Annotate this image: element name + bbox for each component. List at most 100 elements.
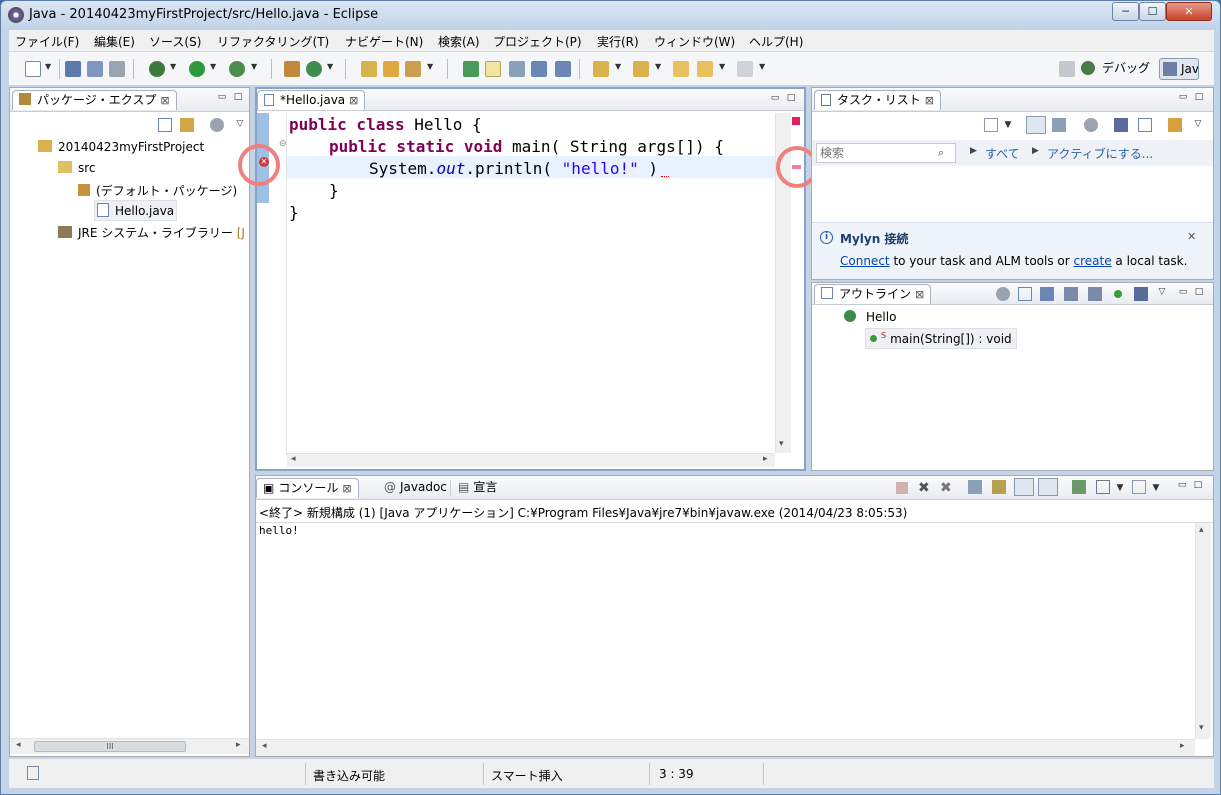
- java-perspective-button[interactable]: Jav: [1159, 58, 1199, 80]
- scroll-thumb[interactable]: III: [34, 741, 186, 752]
- console-output[interactable]: hello!: [259, 524, 299, 537]
- view-menu-icon[interactable]: ▽: [1192, 119, 1204, 129]
- open-console-icon[interactable]: [1132, 480, 1146, 494]
- hide-non-public-icon[interactable]: [1114, 290, 1122, 298]
- menu-navigate[interactable]: ナビゲート(N): [345, 33, 423, 50]
- new-dropdown-icon[interactable]: ▼: [45, 62, 51, 71]
- menu-source[interactable]: ソース(S): [149, 33, 201, 50]
- new-icon[interactable]: [25, 61, 41, 77]
- tree-item-hello-java[interactable]: Hello.java: [94, 200, 178, 221]
- scheduled-view-icon[interactable]: [1052, 118, 1066, 132]
- scroll-up-icon[interactable]: ▴: [1199, 525, 1204, 535]
- fold-icon[interactable]: ⊖: [279, 139, 287, 149]
- maximize-view-icon[interactable]: □: [232, 92, 244, 102]
- collapse-all-icon[interactable]: [1138, 118, 1152, 132]
- minimize-view-icon[interactable]: ▭: [216, 92, 228, 102]
- maximize-button[interactable]: ☐: [1139, 2, 1166, 21]
- outline-item-class[interactable]: Hello: [844, 310, 896, 324]
- new-class-dropdown-icon[interactable]: ▼: [327, 62, 333, 71]
- open-perspective-icon[interactable]: [1059, 61, 1075, 77]
- debug-perspective-button[interactable]: デバッグ: [1081, 58, 1153, 80]
- overview-error-summary[interactable]: [792, 117, 800, 125]
- menu-help[interactable]: ヘルプ(H): [749, 33, 803, 50]
- terminate-icon[interactable]: [896, 482, 908, 494]
- print-icon[interactable]: [109, 61, 125, 77]
- tree-item-src[interactable]: src: [58, 161, 96, 175]
- block-selection-icon[interactable]: [531, 61, 547, 77]
- scroll-left-icon[interactable]: ◂: [262, 741, 267, 751]
- tab-outline[interactable]: アウトライン ⊠: [814, 284, 932, 304]
- hide-completed-icon[interactable]: [1114, 118, 1128, 132]
- close-icon[interactable]: ✕: [1187, 230, 1196, 243]
- display-console-dropdown-icon[interactable]: ▼: [1114, 483, 1126, 493]
- menu-refactor[interactable]: リファクタリング(T): [217, 33, 329, 50]
- external-tools-dropdown-icon[interactable]: ▼: [251, 62, 257, 71]
- activate-task-link[interactable]: アクティブにする...: [1047, 145, 1153, 162]
- close-icon[interactable]: ⊠: [925, 94, 934, 107]
- scroll-left-icon[interactable]: ◂: [291, 454, 296, 464]
- tree-item-project[interactable]: 20140423myFirstProject: [38, 140, 204, 154]
- toggle-edit-mode-icon[interactable]: [485, 61, 501, 77]
- tab-console[interactable]: ▣ コンソール ⊠: [256, 478, 359, 498]
- close-icon[interactable]: ⊠: [160, 94, 169, 107]
- minimize-view-icon[interactable]: ▭: [1177, 287, 1189, 297]
- show-on-stdout-icon[interactable]: [1014, 478, 1034, 496]
- show-whitespace-icon[interactable]: [555, 61, 571, 77]
- view-menu-icon[interactable]: ▽: [1156, 287, 1168, 297]
- new-task-icon[interactable]: [984, 118, 998, 132]
- menu-search[interactable]: 検索(A): [438, 33, 480, 50]
- create-link[interactable]: create: [1074, 254, 1112, 268]
- tree-item-default-package[interactable]: (デフォルト・パッケージ): [78, 182, 237, 199]
- maximize-view-icon[interactable]: □: [785, 93, 797, 103]
- collapse-all-icon[interactable]: [158, 118, 172, 132]
- horizontal-scrollbar[interactable]: ◂ III ▸: [10, 738, 249, 754]
- external-tools-icon[interactable]: [229, 61, 245, 77]
- task-search-input[interactable]: [816, 143, 956, 163]
- scroll-right-icon[interactable]: ▸: [1180, 741, 1185, 751]
- new-package-icon[interactable]: [284, 61, 300, 77]
- toggle-breadcrumb-icon[interactable]: [509, 61, 525, 77]
- open-task-icon[interactable]: [383, 61, 399, 77]
- sort-icon[interactable]: [1040, 287, 1054, 301]
- display-console-icon[interactable]: [1096, 480, 1110, 494]
- code-line-1[interactable]: public class Hello {: [289, 115, 482, 134]
- console-horizontal-scrollbar[interactable]: ◂ ▸: [256, 739, 1195, 756]
- search-dropdown-icon[interactable]: ▼: [427, 62, 433, 71]
- tab-task-list[interactable]: タスク・リスト ⊠: [814, 90, 941, 110]
- scroll-lock-icon[interactable]: [992, 480, 1006, 494]
- tab-package-explorer[interactable]: パッケージ・エクスプ ⊠: [12, 90, 177, 110]
- clear-console-icon[interactable]: [968, 480, 982, 494]
- editor-horizontal-scrollbar[interactable]: ◂ ▸: [287, 453, 775, 467]
- prev-annotation-icon[interactable]: [633, 61, 649, 77]
- focus-on-task-icon[interactable]: [210, 118, 224, 132]
- menu-project[interactable]: プロジェクト(P): [493, 33, 582, 50]
- synchronize-icon[interactable]: [1168, 118, 1182, 132]
- save-all-icon[interactable]: [87, 61, 103, 77]
- hide-fields-icon[interactable]: [1064, 287, 1078, 301]
- maximize-view-icon[interactable]: □: [1193, 92, 1205, 102]
- debug-icon[interactable]: [149, 61, 165, 77]
- menu-file[interactable]: ファイル(F): [15, 33, 79, 50]
- tab-declaration[interactable]: ▤ 宣言: [452, 478, 503, 498]
- tab-hello-java[interactable]: *Hello.java ⊠: [257, 90, 366, 110]
- code-line-5[interactable]: }: [289, 203, 299, 222]
- run-icon[interactable]: [189, 61, 205, 77]
- next-annotation-icon[interactable]: [593, 61, 609, 77]
- back-icon[interactable]: [697, 61, 713, 77]
- minimize-view-icon[interactable]: ▭: [769, 93, 781, 103]
- scroll-right-icon[interactable]: ▸: [236, 740, 241, 750]
- maximize-view-icon[interactable]: □: [1192, 480, 1204, 490]
- outline-item-method[interactable]: Smain(String[]) : void: [865, 328, 1017, 349]
- link-with-editor-icon[interactable]: [180, 118, 194, 132]
- focus-icon[interactable]: [996, 287, 1010, 301]
- tab-javadoc[interactable]: @ Javadoc: [378, 478, 453, 498]
- hide-local-types-icon[interactable]: [1134, 287, 1148, 301]
- toggle-mark-occurrences-icon[interactable]: [463, 61, 479, 77]
- show-on-stderr-icon[interactable]: [1038, 478, 1058, 496]
- close-window-button[interactable]: ✕: [1166, 2, 1212, 21]
- menu-window[interactable]: ウィンドウ(W): [654, 33, 735, 50]
- last-edit-location-icon[interactable]: [673, 61, 689, 77]
- categorized-view-icon[interactable]: [1026, 116, 1046, 134]
- connect-link[interactable]: Connect: [840, 254, 890, 268]
- close-icon[interactable]: ⊠: [915, 288, 924, 301]
